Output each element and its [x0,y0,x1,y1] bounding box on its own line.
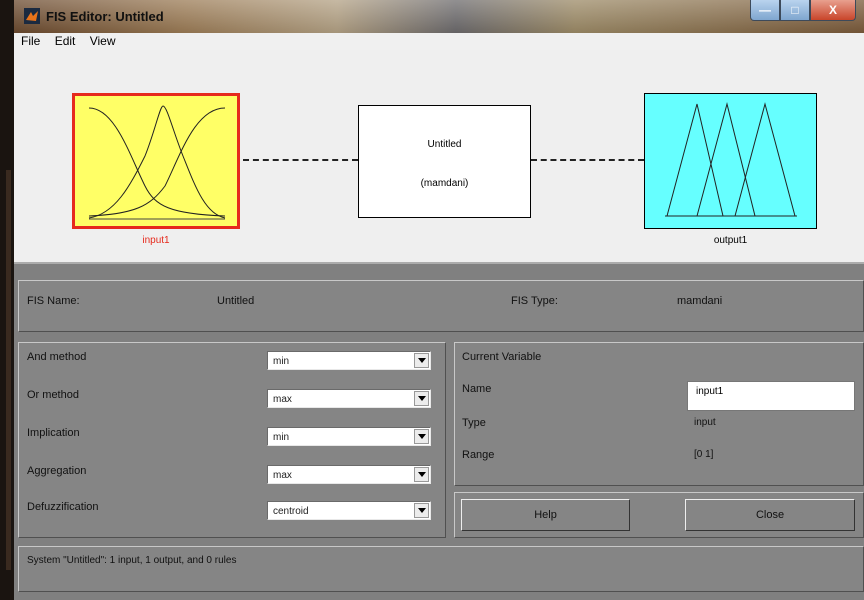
maximize-button[interactable]: □ [780,0,810,21]
variable-type-value: input [694,417,716,428]
input-variable-box[interactable] [72,93,240,229]
and-method-select[interactable]: min [267,351,431,370]
variable-type-label: Type [462,417,486,429]
defuzzification-select[interactable]: centroid [267,501,431,520]
desktop-bar [6,170,11,570]
fis-type-value: mamdani [677,295,723,307]
fis-type-label: FIS Type: [511,295,558,307]
chevron-down-icon [414,503,429,518]
input-membership-curves-icon [88,105,226,220]
variable-name-label: Name [462,383,492,395]
panel-divider [14,262,864,264]
menu-bar: File Edit View [14,33,864,50]
aggregation-label: Aggregation [27,465,87,477]
variable-name-value: input1 [696,386,724,397]
maximize-icon: □ [791,3,799,17]
variable-name-input[interactable]: input1 [687,381,855,411]
output-variable-box[interactable] [644,93,817,229]
close-window-button[interactable]: X [810,0,856,21]
title-bar[interactable]: FIS Editor: Untitled — □ X [14,0,864,33]
menu-edit[interactable]: Edit [51,33,80,49]
minimize-button[interactable]: — [750,0,780,21]
and-method-value: min [273,356,290,367]
output-membership-curves-icon [665,102,797,217]
aggregation-select[interactable]: max [267,465,431,484]
status-message: System "Untitled": 1 input, 1 output, an… [27,555,237,566]
system-box[interactable]: Untitled (mamdani) [358,105,531,218]
or-method-label: Or method [27,389,79,401]
variable-range-value: [0 1] [694,449,714,460]
chevron-down-icon [414,391,429,406]
input-variable-label: input1 [142,235,170,246]
menu-file[interactable]: File [17,33,44,49]
fis-info-frame: FIS Name: Untitled FIS Type: mamdani [18,280,864,332]
desktop-edge [0,0,14,600]
fis-diagram: input1 Untitled (mamdani) output1 [14,50,864,262]
buttons-frame: Help Close [454,492,864,538]
input-connector [243,159,358,161]
fis-name-label: FIS Name: [27,295,80,307]
help-button[interactable]: Help [461,499,630,531]
menu-view[interactable]: View [86,33,120,49]
variable-range-label: Range [462,449,495,461]
fis-properties-panel: FIS Name: Untitled FIS Type: mamdani And… [14,262,864,600]
fis-editor-window: FIS Editor: Untitled — □ X File Edit Vie… [14,0,864,600]
chevron-down-icon [414,353,429,368]
close-button[interactable]: Close [685,499,855,531]
output-connector [531,159,644,161]
window-title: FIS Editor: Untitled [46,9,164,24]
methods-frame: And method min Or method max Implication… [18,342,446,538]
fis-name-value: Untitled [217,295,255,307]
output-variable-label: output1 [713,235,748,246]
window-controls: — □ X [750,0,856,21]
or-method-select[interactable]: max [267,389,431,408]
system-type: (mamdani) [420,178,469,189]
close-icon: X [828,3,837,17]
defuzzification-value: centroid [273,506,309,517]
status-frame: System "Untitled": 1 input, 1 output, an… [18,546,864,592]
or-method-value: max [273,394,292,405]
system-name: Untitled [427,139,462,150]
implication-select[interactable]: min [267,427,431,446]
implication-value: min [273,432,290,443]
current-variable-frame: Current Variable Name input1 Type input … [454,342,864,486]
chevron-down-icon [414,429,429,444]
aggregation-value: max [273,470,292,481]
chevron-down-icon [414,467,429,482]
defuzzification-label: Defuzzification [27,501,99,513]
implication-label: Implication [27,427,80,439]
current-variable-title: Current Variable [462,351,542,363]
minimize-icon: — [759,3,771,17]
matlab-icon [24,8,40,24]
and-method-label: And method [27,351,87,363]
